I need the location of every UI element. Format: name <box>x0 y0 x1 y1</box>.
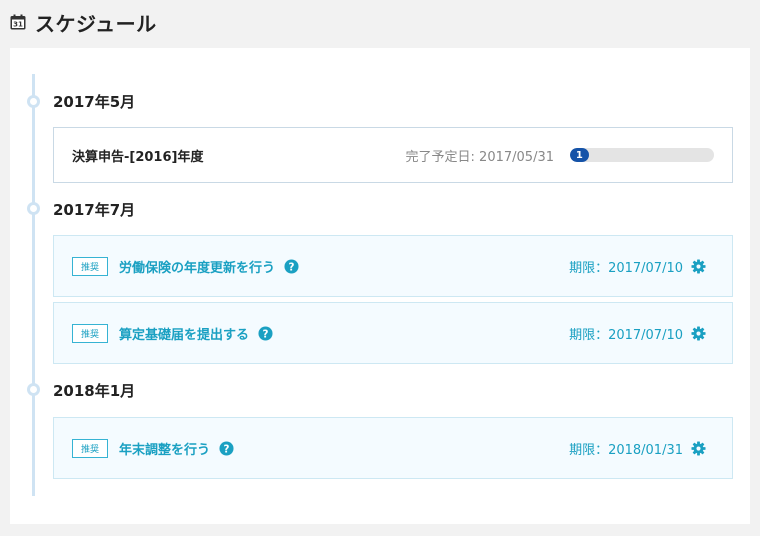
help-icon[interactable]: ? <box>284 258 299 274</box>
month-heading: 2017年7月 <box>53 201 136 219</box>
timeline-dot <box>27 383 40 396</box>
calendar-icon-day: 31 <box>13 21 23 29</box>
svg-text:?: ? <box>263 328 269 340</box>
progress-bar: 1 <box>570 148 714 162</box>
task-due-date: 期限：2017/07/10 <box>569 260 683 276</box>
page-header: 31 スケジュール <box>10 8 157 36</box>
task-title-link[interactable]: 年末調整を行う <box>119 439 210 458</box>
help-icon[interactable]: ? <box>219 440 234 456</box>
recommended-badge: 推奨 <box>72 438 108 458</box>
svg-text:?: ? <box>289 261 295 273</box>
recommended-badge: 推奨 <box>72 256 108 276</box>
timeline-line <box>32 74 35 496</box>
gear-icon[interactable] <box>691 258 706 274</box>
recommended-badge: 推奨 <box>72 323 108 343</box>
help-icon[interactable]: ? <box>258 325 273 341</box>
svg-text:?: ? <box>224 443 230 455</box>
gear-icon[interactable] <box>691 325 706 341</box>
task-title-link[interactable]: 労働保険の年度更新を行う <box>119 257 275 276</box>
recommended-task-card[interactable]: 推奨 労働保険の年度更新を行う ? 期限：2017/07/10 <box>53 235 733 297</box>
recommended-task-card[interactable]: 推奨 年末調整を行う ? 期限：2018/01/31 <box>53 417 733 479</box>
recommended-task-card[interactable]: 推奨 算定基礎届を提出する ? 期限：2017/07/10 <box>53 302 733 364</box>
task-due-date: 期限：2017/07/10 <box>569 327 683 343</box>
timeline-dot <box>27 202 40 215</box>
progress-fill: 1 <box>570 148 589 162</box>
task-due-date: 期限：2018/01/31 <box>569 442 683 458</box>
month-heading: 2018年1月 <box>53 382 136 400</box>
task-title: 決算申告-[2016]年度 <box>72 149 204 165</box>
month-heading: 2017年5月 <box>53 93 136 111</box>
task-card[interactable]: 決算申告-[2016]年度 完了予定日: 2017/05/31 1 <box>53 127 733 183</box>
page-title: スケジュール <box>35 11 157 36</box>
schedule-panel: 2017年5月 決算申告-[2016]年度 完了予定日: 2017/05/31 … <box>10 48 750 524</box>
gear-icon[interactable] <box>691 440 706 456</box>
calendar-icon: 31 <box>10 14 26 30</box>
task-due-date: 完了予定日: 2017/05/31 <box>405 149 554 165</box>
task-title-link[interactable]: 算定基礎届を提出する <box>119 324 249 343</box>
timeline-dot <box>27 95 40 108</box>
